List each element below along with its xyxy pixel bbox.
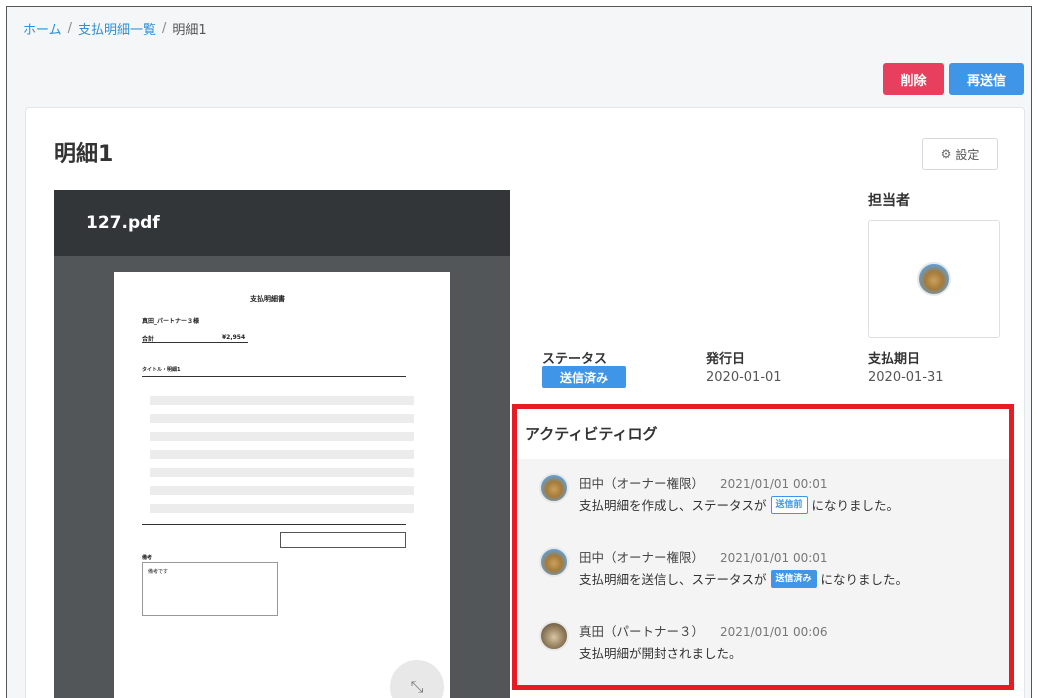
- pdf-table-row: [150, 450, 414, 459]
- activity-message: 支払明細を作成し、ステータスが: [579, 498, 767, 513]
- pdf-viewer[interactable]: 127.pdf 支払明細書 真田_パートナー３様 合計 ¥2,954 タイトル・…: [54, 190, 510, 698]
- activity-message: 支払明細が開封されました。: [579, 646, 742, 661]
- assignee-label: 担当者: [868, 193, 910, 209]
- pdf-section-label: タイトル・明細1: [142, 367, 181, 373]
- pdf-tax-table: [280, 532, 406, 548]
- due-date-value: 2020-01-31: [868, 370, 944, 385]
- pdf-recipient: 真田_パートナー３様: [142, 318, 200, 325]
- settings-label: 設定: [955, 147, 980, 162]
- pdf-table-end-rule: [142, 524, 406, 525]
- status-label: ステータス: [542, 352, 608, 367]
- status-badge: 送信済み: [770, 569, 817, 588]
- status-badge: 送信済み: [542, 366, 626, 388]
- pdf-total-underline: [142, 342, 248, 343]
- breadcrumb-current: 明細1: [172, 23, 207, 38]
- avatar: [917, 262, 951, 296]
- pdf-table-row: [150, 396, 414, 405]
- issue-date-label: 発行日: [706, 352, 746, 367]
- pdf-page: 支払明細書 真田_パートナー３様 合計 ¥2,954 タイトル・明細1 備考 備…: [114, 272, 450, 698]
- pdf-total-value: ¥2,954: [222, 334, 246, 341]
- resend-button[interactable]: 再送信: [949, 63, 1024, 95]
- activity-message: 支払明細を送信し、ステータスが: [579, 572, 767, 587]
- activity-user: 真田（パートナー３）: [579, 624, 705, 639]
- app-frame: ホーム / 支払明細一覧 / 明細1 削除 再送信 明細1 ⚙ 設定 127.p…: [6, 6, 1032, 698]
- breadcrumb-home-link[interactable]: ホーム: [23, 19, 62, 38]
- status-badge: 送信前: [770, 495, 808, 514]
- pdf-table-row: [150, 504, 414, 513]
- pdf-table-rule: [142, 376, 406, 377]
- activity-item: 田中（オーナー権限） 2021/01/01 00:01 支払明細を送信し、ステー…: [539, 547, 908, 588]
- due-date-label: 支払期日: [868, 352, 921, 367]
- breadcrumb-list-link[interactable]: 支払明細一覧: [78, 19, 156, 38]
- delete-button[interactable]: 削除: [883, 63, 944, 95]
- activity-time: 2021/01/01 00:06: [720, 625, 828, 639]
- pdf-table-row: [150, 486, 414, 495]
- pdf-table-row: [150, 468, 414, 477]
- pdf-viewer-header: 127.pdf: [54, 190, 510, 256]
- activity-time: 2021/01/01 00:01: [720, 477, 828, 491]
- avatar: [539, 621, 569, 651]
- pdf-filename: 127.pdf: [86, 213, 160, 233]
- pdf-notes-text: 備考です: [148, 569, 169, 575]
- activity-title: アクティビティログ: [525, 425, 658, 443]
- activity-user: 田中（オーナー権限）: [579, 550, 705, 565]
- breadcrumb-separator: /: [162, 21, 167, 36]
- detail-card: 明細1 ⚙ 設定 127.pdf 支払明細書 真田_パートナー３様 合計 ¥2,…: [25, 107, 1025, 698]
- avatar: [539, 473, 569, 503]
- activity-message-suffix: になりました。: [820, 572, 909, 587]
- breadcrumb: ホーム / 支払明細一覧 / 明細1: [23, 19, 207, 38]
- activity-item: 田中（オーナー権限） 2021/01/01 00:01 支払明細を作成し、ステー…: [539, 473, 899, 514]
- settings-button[interactable]: ⚙ 設定: [922, 138, 998, 170]
- issue-date-value: 2020-01-01: [706, 370, 782, 385]
- avatar: [539, 547, 569, 577]
- activity-list: 田中（オーナー権限） 2021/01/01 00:01 支払明細を作成し、ステー…: [517, 459, 1009, 685]
- page-title: 明細1: [54, 142, 114, 167]
- activity-time: 2021/01/01 00:01: [720, 551, 828, 565]
- pdf-table-row: [150, 414, 414, 423]
- gear-icon: ⚙: [940, 147, 952, 161]
- activity-log: アクティビティログ 田中（オーナー権限） 2021/01/01 00:01 支払…: [512, 404, 1014, 690]
- activity-message-suffix: になりました。: [811, 498, 900, 513]
- activity-user: 田中（オーナー権限）: [579, 476, 705, 491]
- pdf-notes-label: 備考: [142, 555, 153, 561]
- breadcrumb-separator: /: [67, 21, 73, 36]
- activity-item: 真田（パートナー３） 2021/01/01 00:06 支払明細が開封されました…: [539, 621, 828, 662]
- assignee-box[interactable]: [868, 220, 1000, 338]
- pdf-doc-title: 支払明細書: [250, 295, 285, 303]
- pdf-table-row: [150, 432, 414, 441]
